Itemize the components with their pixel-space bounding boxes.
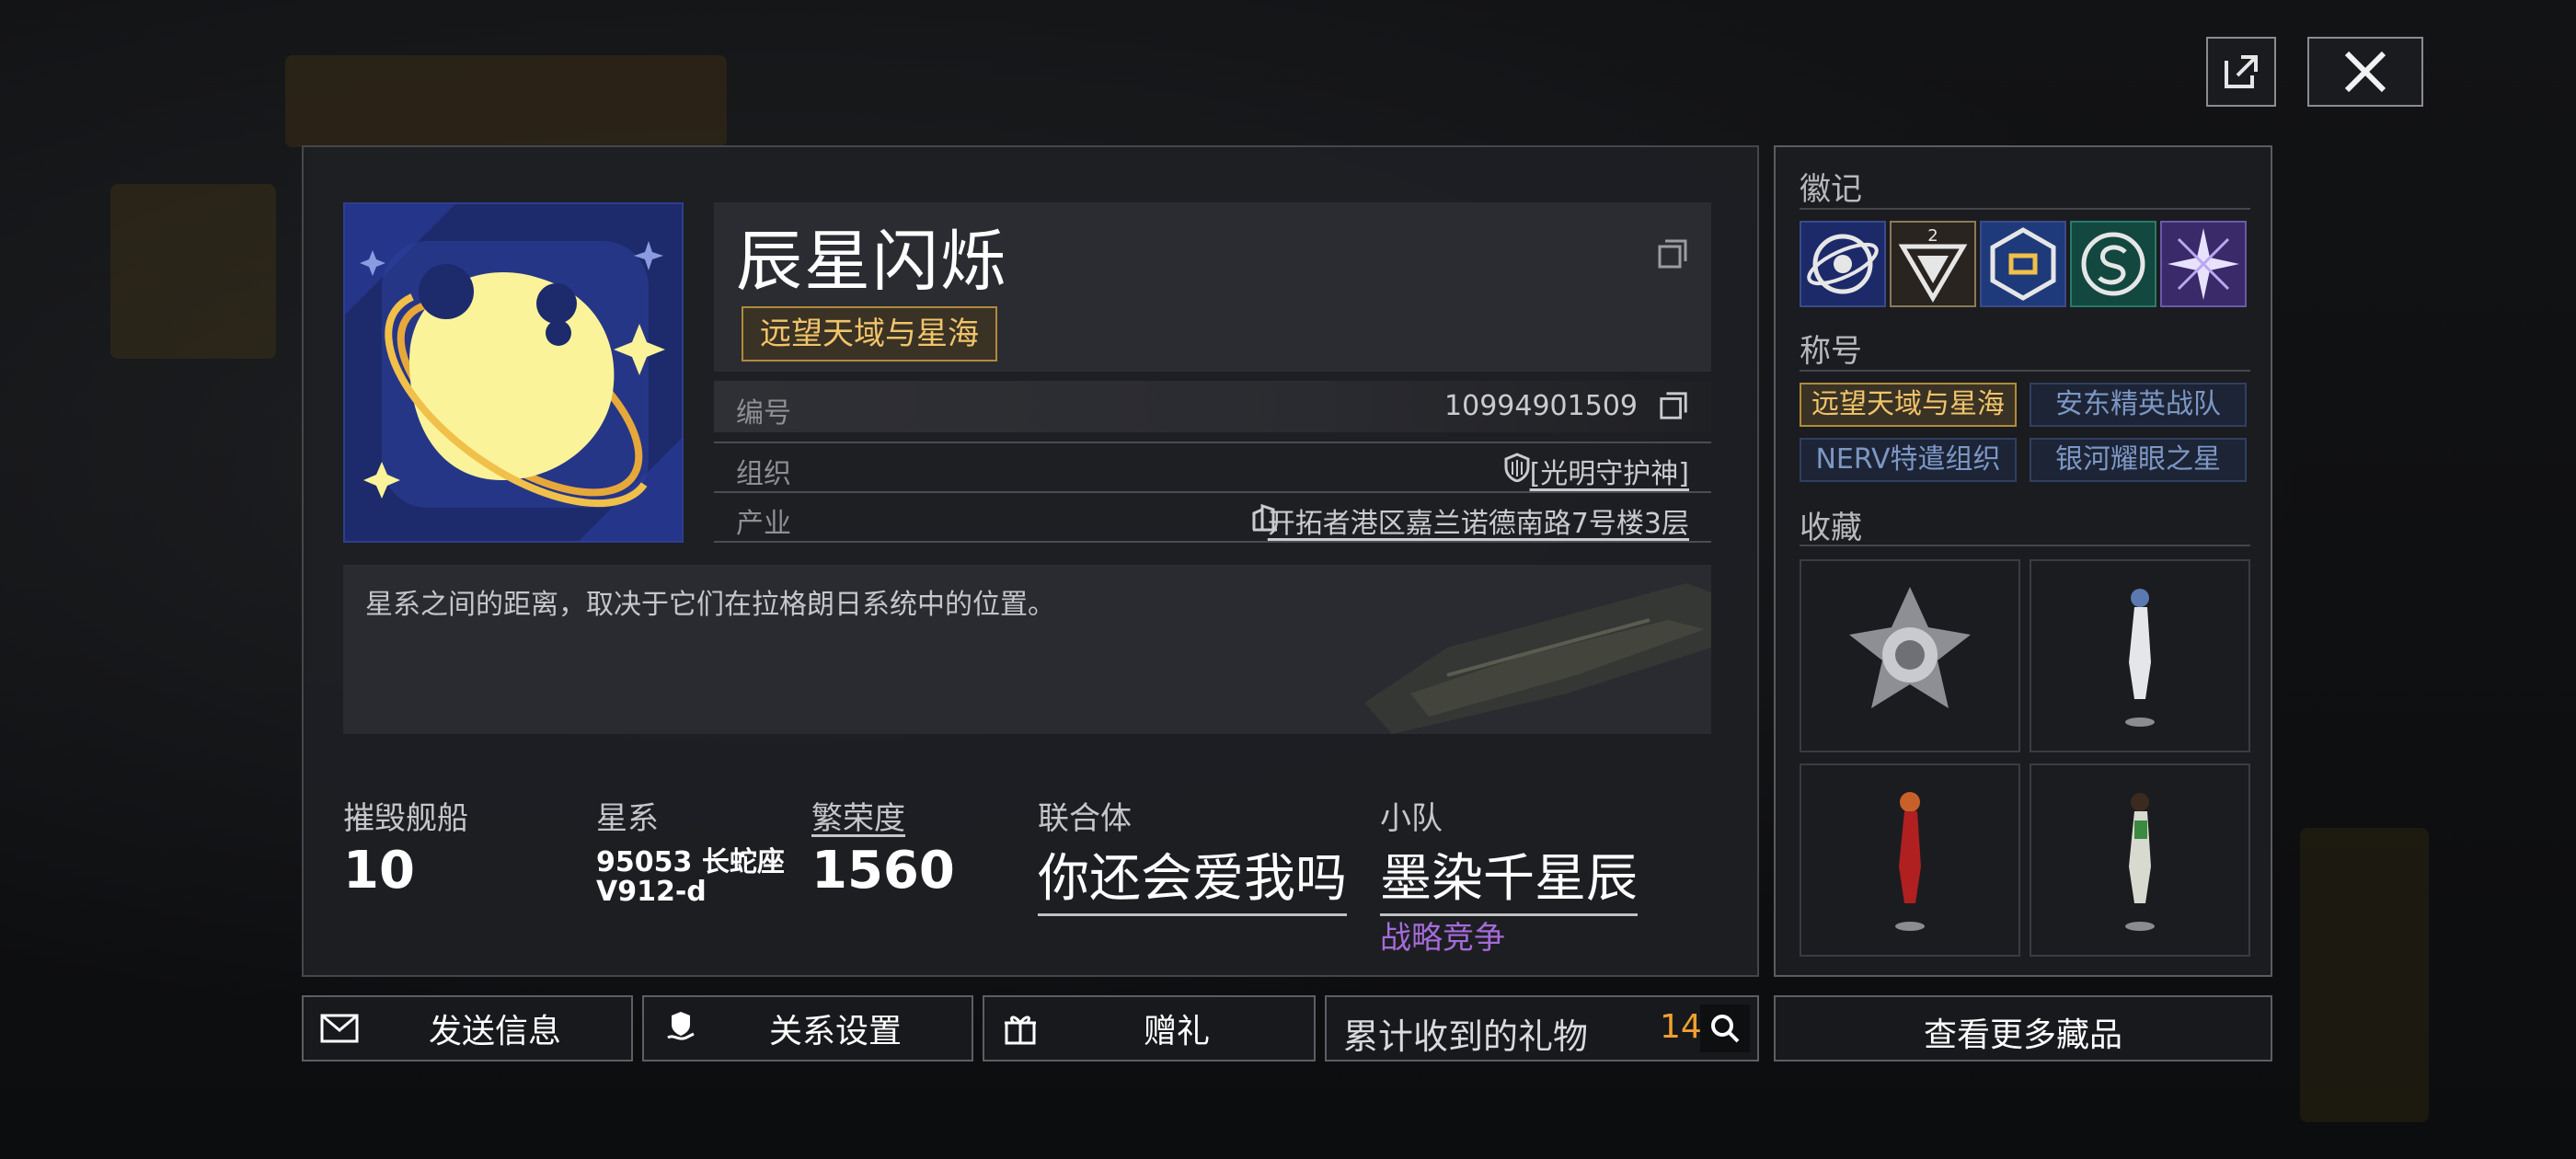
org-link[interactable]: [光明守护神] — [1530, 451, 1689, 491]
collection-item[interactable] — [1800, 559, 2020, 752]
search-icon — [1711, 1015, 1740, 1043]
collection-item[interactable] — [2030, 763, 2250, 957]
org-row: 组织 [光明守护神] — [714, 445, 1711, 491]
badge-number: 2 — [1927, 226, 1938, 246]
view-more-label: 查看更多藏品 — [1923, 1016, 2122, 1054]
red-suit-figure-icon — [1895, 792, 1925, 931]
titles-heading: 称号 — [1800, 333, 1862, 370]
close-button[interactable] — [2307, 37, 2423, 107]
destroyed-label: 摧毁舰船 — [343, 800, 468, 837]
id-row: 编号 10994901509 — [714, 381, 1711, 432]
divider — [1800, 370, 2250, 372]
divider — [1800, 545, 2250, 546]
search-gifts-button[interactable] — [1700, 1004, 1750, 1052]
player-name: 辰星闪烁 — [736, 223, 1009, 300]
white-suit-figure-icon — [2125, 589, 2155, 727]
motto-text: 星系之间的距离，取决于它们在拉格朗日系统中的位置。 — [365, 589, 1055, 621]
id-label: 编号 — [736, 397, 791, 430]
hexagon-badge-icon[interactable] — [1980, 221, 2066, 307]
collection-heading: 收藏 — [1800, 510, 1862, 546]
tier2-triangle-badge-icon[interactable]: 2 — [1890, 221, 1976, 307]
send-message-label: 发送信息 — [428, 1013, 561, 1050]
galaxy-line1: 95053 长蛇座 — [596, 846, 785, 878]
gift-button[interactable]: 赠礼 — [983, 995, 1316, 1061]
property-row: 产业 开拓者港区嘉兰诺德南路7号楼3层 — [714, 495, 1711, 541]
destroyed-value: 10 — [343, 841, 415, 901]
prosperity-value: 1560 — [811, 841, 955, 901]
prosperity-label[interactable]: 繁荣度 — [811, 793, 905, 838]
gift-label: 赠礼 — [1143, 1013, 1210, 1050]
divider — [714, 491, 1711, 493]
send-message-button[interactable]: 发送信息 — [302, 995, 633, 1061]
background-tile — [285, 55, 727, 147]
copy-icon — [1658, 239, 1687, 269]
property-link[interactable]: 开拓者港区嘉兰诺德南路7号楼3层 — [1268, 500, 1689, 541]
avatar[interactable] — [343, 202, 684, 543]
team-label: 小队 — [1380, 800, 1443, 837]
ship-illustration — [1364, 583, 1711, 734]
circle-s-badge-icon[interactable] — [2070, 221, 2156, 307]
title-tag: 远望天域与星海 — [742, 306, 997, 361]
motto-box: 星系之间的距离，取决于它们在拉格朗日系统中的位置。 — [343, 565, 1711, 734]
divider — [1800, 208, 2250, 210]
title-item[interactable]: NERV特遣组织 — [1800, 438, 2017, 482]
panda-avatar-icon — [345, 204, 682, 541]
relation-settings-label: 关系设置 — [768, 1013, 902, 1050]
share-button[interactable] — [2206, 37, 2276, 107]
title-item[interactable]: 银河耀眼之星 — [2030, 438, 2247, 482]
background-tile — [2300, 828, 2429, 1122]
collection-item[interactable] — [1800, 763, 2020, 957]
shield-icon — [1503, 453, 1531, 489]
external-link-icon — [2225, 55, 2258, 88]
galaxy-line2: V912-d — [596, 876, 707, 908]
union-label: 联合体 — [1038, 800, 1132, 837]
id-value: 10994901509 — [1444, 390, 1638, 422]
copy-id-button[interactable] — [1658, 390, 1689, 429]
view-more-collection-button[interactable]: 查看更多藏品 — [1774, 995, 2272, 1061]
team-subtitle: 战略竞争 — [1380, 920, 1505, 957]
medal-emblem-icon — [1849, 587, 1971, 708]
divider — [714, 442, 1711, 443]
title-item[interactable]: 安东精英战队 — [2030, 383, 2247, 427]
galaxy-label: 星系 — [596, 800, 659, 837]
collection-item[interactable] — [2030, 559, 2250, 752]
divider — [714, 541, 1711, 543]
orbit-badge-icon[interactable] — [1800, 221, 1886, 307]
background-tile — [110, 184, 276, 359]
green-suit-figure-icon — [2125, 793, 2155, 931]
union-link[interactable]: 你还会爱我吗 — [1038, 837, 1347, 916]
relation-settings-button[interactable]: 关系设置 — [642, 995, 973, 1061]
gifts-received-label: 累计收到的礼物 — [1343, 1016, 1589, 1057]
star-burst-badge-icon[interactable] — [2160, 221, 2247, 307]
badges-heading: 徽记 — [1800, 171, 1862, 208]
team-link[interactable]: 墨染千星辰 — [1380, 837, 1638, 916]
close-icon — [2344, 51, 2386, 93]
property-label: 产业 — [736, 508, 791, 540]
org-label: 组织 — [736, 458, 791, 490]
copy-icon — [1660, 392, 1687, 419]
copy-name-button[interactable] — [1656, 237, 1689, 274]
title-item[interactable]: 远望天域与星海 — [1800, 383, 2017, 427]
gifts-received-panel: 累计收到的礼物 142 — [1325, 995, 1759, 1061]
